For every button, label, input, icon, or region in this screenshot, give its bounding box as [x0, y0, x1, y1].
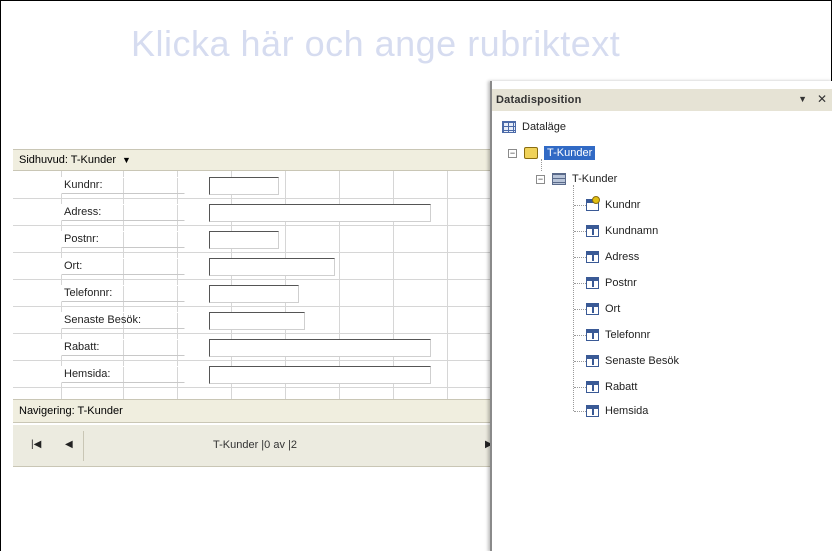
adress-textbox[interactable]: [209, 204, 431, 222]
tree-item-label: T-Kunder: [572, 173, 618, 185]
tree-connector: [574, 411, 586, 412]
field-icon: [586, 329, 599, 341]
panel-title: Datadisposition: [496, 94, 582, 106]
section-header-label: Sidhuvud: T-Kunder: [19, 154, 117, 166]
triangle-down-icon[interactable]: ▼: [122, 155, 131, 165]
tree-connector: [574, 231, 586, 232]
postnr-textbox[interactable]: [209, 231, 279, 249]
tree-item-root[interactable]: Dataläge: [502, 118, 566, 136]
form-row-hemsida: Hemsida:: [13, 360, 491, 387]
form-row-ort: Ort:: [13, 252, 491, 279]
panel-titlebar[interactable]: Datadisposition ▼ ✕: [492, 89, 832, 111]
collapse-icon[interactable]: −: [508, 149, 517, 158]
grid-line: [13, 387, 491, 388]
field-label[interactable]: Postnr:: [61, 231, 185, 248]
form-row-telefonnr: Telefonnr:: [13, 279, 491, 306]
close-icon[interactable]: ✕: [817, 92, 827, 106]
database-icon: [524, 147, 538, 159]
form-row-postnr: Postnr:: [13, 225, 491, 252]
field-label[interactable]: Rabatt:: [61, 339, 185, 356]
field-icon: [586, 225, 599, 237]
tree-item-label-selected: T-Kunder: [544, 146, 596, 160]
tree-connector: [574, 283, 586, 284]
form-row-kundnr: Kundnr:: [13, 171, 491, 198]
tree-connector: [541, 159, 542, 171]
tree-connector: [574, 387, 586, 388]
field-icon: [586, 251, 599, 263]
record-status-text: T-Kunder |0 av |2: [213, 439, 297, 451]
field-icon: [586, 381, 599, 393]
tree-item-field-adress[interactable]: Adress: [586, 248, 639, 266]
tree-item-label: Hemsida: [605, 405, 649, 417]
tree-item-field-kundnamn[interactable]: Kundnamn: [586, 222, 658, 240]
tree-item-field-senaste-besok[interactable]: Senaste Besök: [586, 352, 679, 370]
tree-item-label: Ort: [605, 303, 621, 315]
primary-key-field-icon: [586, 196, 600, 211]
rabatt-textbox[interactable]: [209, 339, 431, 357]
field-label[interactable]: Kundnr:: [61, 177, 185, 194]
navigation-header-label: Navigering: T-Kunder: [19, 405, 123, 417]
senaste-besok-textbox[interactable]: [209, 312, 305, 330]
tree-connector: [574, 335, 586, 336]
tree-item-table[interactable]: T-Kunder: [552, 170, 617, 188]
field-icon: [586, 405, 599, 417]
telefonnr-textbox[interactable]: [209, 285, 299, 303]
tree-item-label: Postnr: [605, 277, 637, 289]
navigation-header-bar[interactable]: Navigering: T-Kunder: [13, 399, 491, 423]
collapse-icon[interactable]: −: [536, 175, 545, 184]
tree-item-field-hemsida[interactable]: Hemsida: [586, 402, 648, 420]
grid-view-icon: [502, 121, 516, 133]
tree-item-label: Kundnr: [605, 199, 641, 211]
section-header-bar[interactable]: Sidhuvud: T-Kunder ▼: [13, 149, 491, 171]
field-label[interactable]: Hemsida:: [61, 366, 185, 383]
tree-connector: [574, 205, 586, 206]
tree-item-label: Adress: [605, 251, 640, 263]
tree-connector: [574, 257, 586, 258]
tree-item-label: Rabatt: [605, 381, 638, 393]
tree-item-field-kundnr[interactable]: Kundnr: [586, 196, 640, 214]
toolbar-separator: [83, 431, 84, 461]
tree-connector: [574, 309, 586, 310]
field-icon: [586, 355, 599, 367]
page-title-placeholder[interactable]: Klicka här och ange rubriktext: [131, 23, 620, 65]
tree-item-database[interactable]: T-Kunder: [524, 144, 596, 162]
tree-item-field-telefonnr[interactable]: Telefonnr: [586, 326, 650, 344]
navigation-toolbar: |◀ ◀ T-Kunder |0 av |2 ▶: [13, 425, 493, 467]
tree-item-label: Dataläge: [522, 121, 567, 133]
tree-item-label: Telefonnr: [605, 329, 651, 341]
tree-item-field-rabatt[interactable]: Rabatt: [586, 378, 637, 396]
field-label[interactable]: Adress:: [61, 204, 185, 221]
form-row-senaste-besok: Senaste Besök:: [13, 306, 491, 333]
form-grid: Kundnr: Adress: Postnr: Ort: Telefonnr: …: [13, 171, 491, 399]
form-row-adress: Adress:: [13, 198, 491, 225]
field-label[interactable]: Telefonnr:: [61, 285, 185, 302]
field-label[interactable]: Senaste Besök:: [61, 312, 185, 329]
first-record-icon[interactable]: |◀: [31, 439, 41, 450]
hemsida-textbox[interactable]: [209, 366, 431, 384]
ort-textbox[interactable]: [209, 258, 335, 276]
data-layout-panel: Datadisposition ▼ ✕ Dataläge − T-Kunder …: [490, 81, 832, 551]
chevron-down-icon[interactable]: ▼: [798, 94, 807, 104]
design-canvas: Klicka här och ange rubriktext Sidhuvud:…: [0, 0, 832, 551]
kundnr-textbox[interactable]: [209, 177, 279, 195]
tree-item-label: Senaste Besök: [605, 355, 679, 367]
tree-item-field-ort[interactable]: Ort: [586, 300, 620, 318]
tree-connector: [573, 185, 574, 411]
tree-connector: [574, 361, 586, 362]
table-icon: [552, 173, 566, 185]
field-icon: [586, 303, 599, 315]
field-label[interactable]: Ort:: [61, 258, 185, 275]
tree-item-label: Kundnamn: [605, 225, 659, 237]
tree-item-field-postnr[interactable]: Postnr: [586, 274, 637, 292]
field-icon: [586, 277, 599, 289]
previous-record-icon[interactable]: ◀: [65, 439, 73, 450]
form-row-rabatt: Rabatt:: [13, 333, 491, 360]
